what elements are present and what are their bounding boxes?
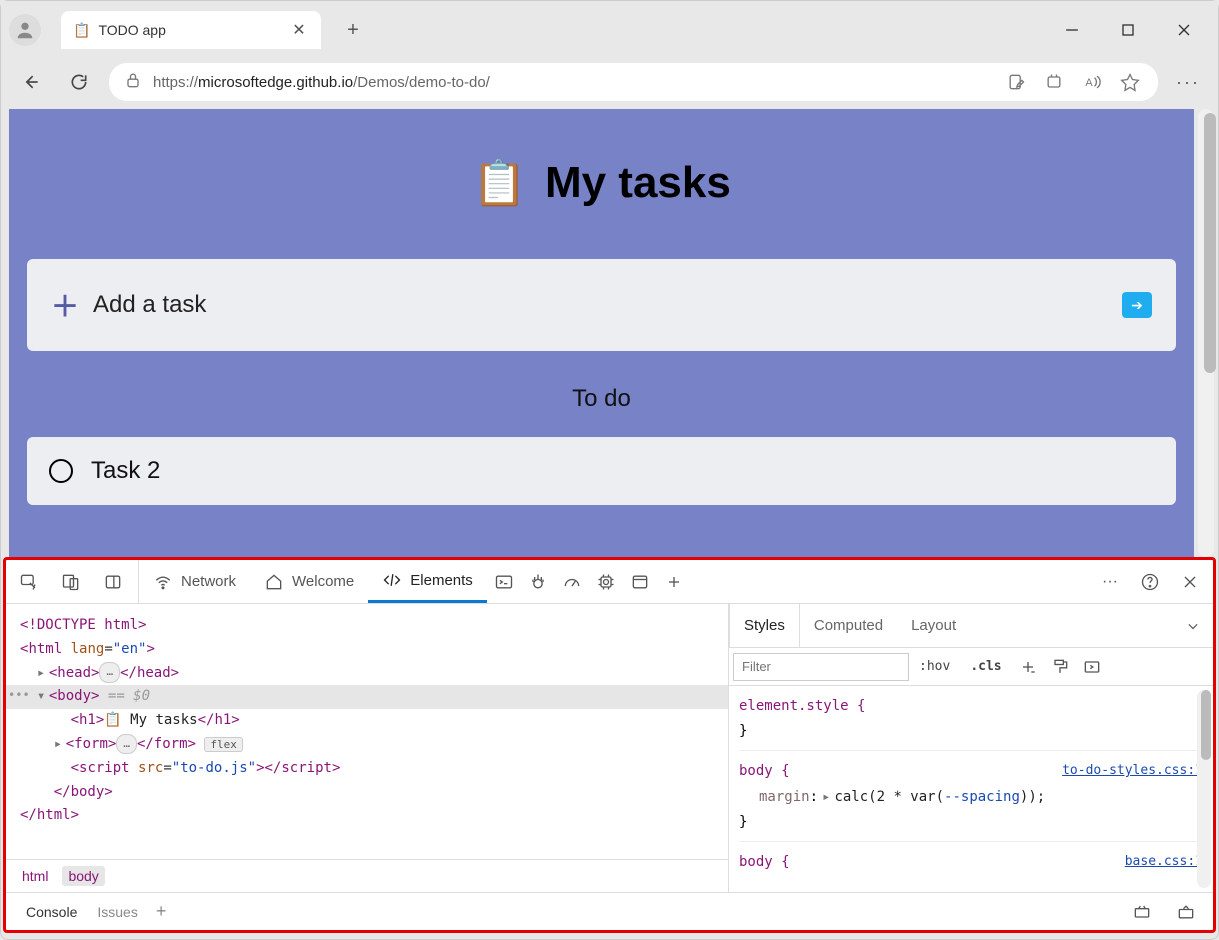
devtools-close-button[interactable] [1173, 565, 1207, 599]
styles-content[interactable]: element.style { } to-do-styles.css:1 bod… [729, 686, 1213, 892]
breadcrumb-html[interactable]: html [16, 866, 54, 886]
memory-tab-button[interactable] [589, 565, 623, 599]
address-bar[interactable]: https://microsoftedge.github.io/Demos/de… [109, 63, 1158, 101]
dom-panel: <!DOCTYPE html> <html lang="en"> ▸<head>… [6, 604, 729, 892]
styles-tab-layout[interactable]: Layout [897, 604, 970, 647]
performance-tab-button[interactable] [555, 565, 589, 599]
browser-menu-button[interactable]: ··· [1170, 64, 1206, 100]
window-close-button[interactable] [1170, 16, 1198, 44]
sources-tab-button[interactable] [521, 565, 555, 599]
page-title: My tasks [545, 158, 731, 208]
window-maximize-button[interactable] [1114, 16, 1142, 44]
inspect-element-button[interactable] [12, 565, 46, 599]
clipboard-icon: 📋 [472, 157, 527, 209]
task-row[interactable]: Task 2 [27, 437, 1176, 505]
device-toggle-button[interactable] [54, 565, 88, 599]
submit-task-button[interactable]: ➔ [1122, 292, 1152, 318]
toggle-sidebar-button[interactable] [1076, 651, 1108, 683]
browser-tab-strip: 📋 TODO app ✕ + [1, 1, 1218, 59]
tab-title: TODO app [98, 22, 289, 38]
dom-selected-line[interactable]: ••• ▾<body> == $0 [6, 685, 728, 709]
devtools-toolbar: Network Welcome Elements ··· [6, 560, 1213, 604]
tab-elements[interactable]: Elements [368, 560, 487, 603]
add-task-card[interactable]: ＋ Add a task ➔ [27, 259, 1176, 351]
tab-welcome[interactable]: Welcome [250, 560, 368, 603]
hov-toggle[interactable]: :hov [909, 659, 960, 674]
section-heading: To do [27, 385, 1176, 413]
dom-breadcrumb[interactable]: html body [6, 859, 728, 892]
dock-side-button[interactable] [96, 565, 130, 599]
task-checkbox[interactable] [49, 459, 73, 483]
window-minimize-button[interactable] [1058, 16, 1086, 44]
app-icon[interactable] [1040, 68, 1068, 96]
styles-tabs-chevron[interactable] [1173, 604, 1213, 647]
application-tab-button[interactable] [623, 565, 657, 599]
tab-network[interactable]: Network [139, 560, 250, 603]
dom-tree[interactable]: <!DOCTYPE html> <html lang="en"> ▸<head>… [6, 604, 728, 859]
url-text: https://microsoftedge.github.io/Demos/de… [153, 74, 992, 91]
devtools-more-button[interactable]: ··· [1093, 565, 1127, 599]
new-tab-button[interactable]: + [337, 14, 369, 46]
more-tabs-button[interactable] [657, 565, 691, 599]
css-source-link[interactable]: to-do-styles.css:1 [1062, 759, 1203, 782]
styles-tab-styles[interactable]: Styles [729, 604, 800, 647]
devtools-help-button[interactable] [1133, 565, 1167, 599]
new-style-rule-button[interactable] [1012, 651, 1044, 683]
profile-avatar[interactable] [9, 14, 41, 46]
browser-tab[interactable]: 📋 TODO app ✕ [61, 11, 321, 49]
read-aloud-icon[interactable]: A [1078, 68, 1106, 96]
tab-favicon: 📋 [73, 22, 90, 39]
task-label: Task 2 [91, 457, 160, 485]
devtools-panel: Network Welcome Elements ··· <!DOCTYPE h… [3, 557, 1216, 933]
home-icon [264, 572, 284, 592]
styles-panel: Styles Computed Layout :hov .cls element… [729, 604, 1213, 892]
breadcrumb-body[interactable]: body [62, 866, 104, 886]
styles-tab-computed[interactable]: Computed [800, 604, 897, 647]
devtools-drawer: Console Issues + [6, 892, 1213, 930]
css-source-link[interactable]: base.css:1 [1125, 850, 1203, 873]
refresh-button[interactable] [61, 64, 97, 100]
drawer-tab-issues[interactable]: Issues [87, 904, 147, 920]
add-task-placeholder[interactable]: Add a task [93, 291, 1108, 319]
wifi-icon [153, 572, 173, 592]
paint-format-button[interactable] [1044, 651, 1076, 683]
styles-scrollbar-thumb[interactable] [1201, 690, 1211, 760]
plus-icon: ＋ [51, 285, 79, 325]
tab-close-button[interactable]: ✕ [289, 20, 309, 40]
edit-icon[interactable] [1002, 68, 1030, 96]
drawer-add-tab[interactable]: + [148, 901, 175, 922]
console-tab-button[interactable] [487, 565, 521, 599]
page-content: 📋 My tasks ＋ Add a task ➔ To do Task 2 [9, 109, 1194, 557]
code-icon [382, 570, 402, 590]
page-scrollbar-thumb[interactable] [1204, 113, 1216, 373]
address-bar-row: https://microsoftedge.github.io/Demos/de… [1, 59, 1218, 109]
drawer-settings-button[interactable] [1125, 895, 1159, 929]
back-button[interactable] [13, 64, 49, 100]
styles-filter-input[interactable] [733, 653, 909, 681]
svg-text:A: A [1085, 77, 1093, 89]
drawer-expand-button[interactable] [1169, 895, 1203, 929]
favorite-star-icon[interactable] [1116, 68, 1144, 96]
drawer-tab-console[interactable]: Console [16, 904, 87, 920]
lock-icon [123, 70, 143, 95]
cls-toggle[interactable]: .cls [960, 659, 1011, 674]
